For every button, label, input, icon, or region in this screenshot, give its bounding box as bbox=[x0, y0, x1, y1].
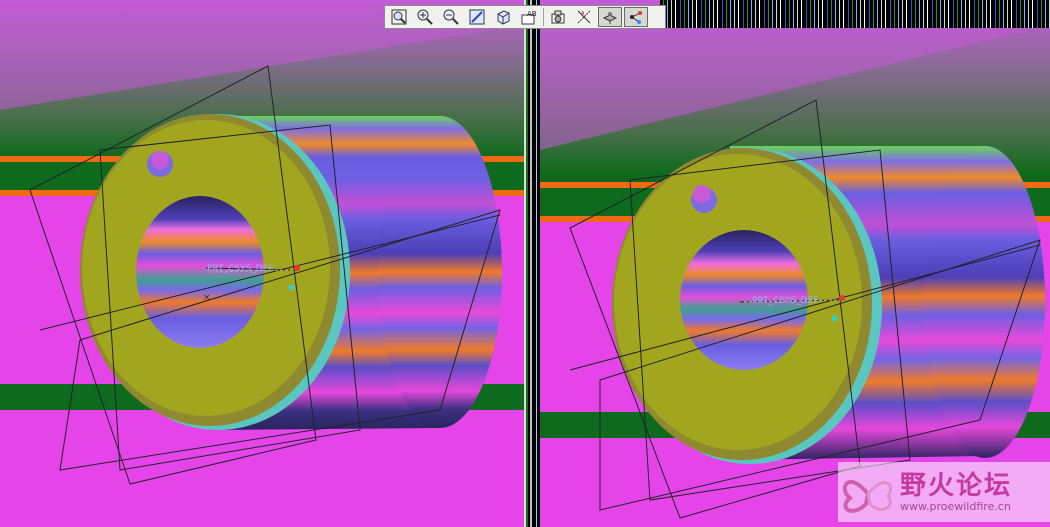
forum-watermark: 野火论坛 www.proewildfire.cn bbox=[838, 462, 1050, 522]
csys-display-icon bbox=[630, 11, 642, 24]
datum-axes-button[interactable]: A bbox=[572, 7, 596, 27]
zoom-fit-icon bbox=[391, 9, 407, 25]
svg-text:×: × bbox=[203, 293, 211, 303]
saved-views-button[interactable]: AB bbox=[517, 7, 541, 27]
view-toolbar: AB A bbox=[384, 5, 666, 29]
repaint-button[interactable] bbox=[465, 7, 489, 27]
orient-icon bbox=[497, 10, 510, 25]
zoom-in-icon bbox=[417, 9, 433, 25]
repaint-icon bbox=[469, 9, 485, 25]
watermark-title: 野火论坛 bbox=[900, 470, 1013, 501]
orient-button[interactable] bbox=[491, 7, 515, 27]
model-view-right[interactable]: PRT_CSYS_DEF bbox=[540, 0, 1050, 527]
title-bar-strip bbox=[660, 0, 1050, 28]
svg-text:A: A bbox=[581, 11, 585, 17]
csys-display-button[interactable] bbox=[624, 7, 648, 27]
layers-button[interactable] bbox=[546, 7, 570, 27]
zoom-out-icon bbox=[443, 9, 459, 25]
graphics-viewport-right[interactable]: PRT_CSYS_DEF bbox=[540, 0, 1050, 527]
datum-planes-icon bbox=[602, 12, 618, 24]
zoom-out-button[interactable] bbox=[439, 7, 463, 27]
viewport-divider[interactable] bbox=[524, 0, 540, 527]
graphics-viewport-left[interactable]: PRT_CSYS_DEF × bbox=[0, 0, 524, 527]
zoom-fit-button[interactable] bbox=[387, 7, 411, 27]
butterfly-logo-icon bbox=[842, 479, 892, 513]
csys-label-right: PRT_CSYS_DEF bbox=[752, 296, 819, 306]
model-view-left[interactable]: PRT_CSYS_DEF × bbox=[0, 0, 524, 527]
svg-text:AB: AB bbox=[527, 10, 537, 18]
csys-label-left: PRT_CSYS_DEF bbox=[207, 264, 274, 274]
saved-views-icon: AB bbox=[521, 10, 537, 25]
toolbar-separator bbox=[543, 8, 544, 26]
watermark-url: www.proewildfire.cn bbox=[900, 499, 1011, 513]
datum-axes-icon: A bbox=[577, 10, 591, 24]
zoom-in-button[interactable] bbox=[413, 7, 437, 27]
layers-icon bbox=[551, 10, 565, 24]
datum-planes-button[interactable] bbox=[598, 7, 622, 27]
